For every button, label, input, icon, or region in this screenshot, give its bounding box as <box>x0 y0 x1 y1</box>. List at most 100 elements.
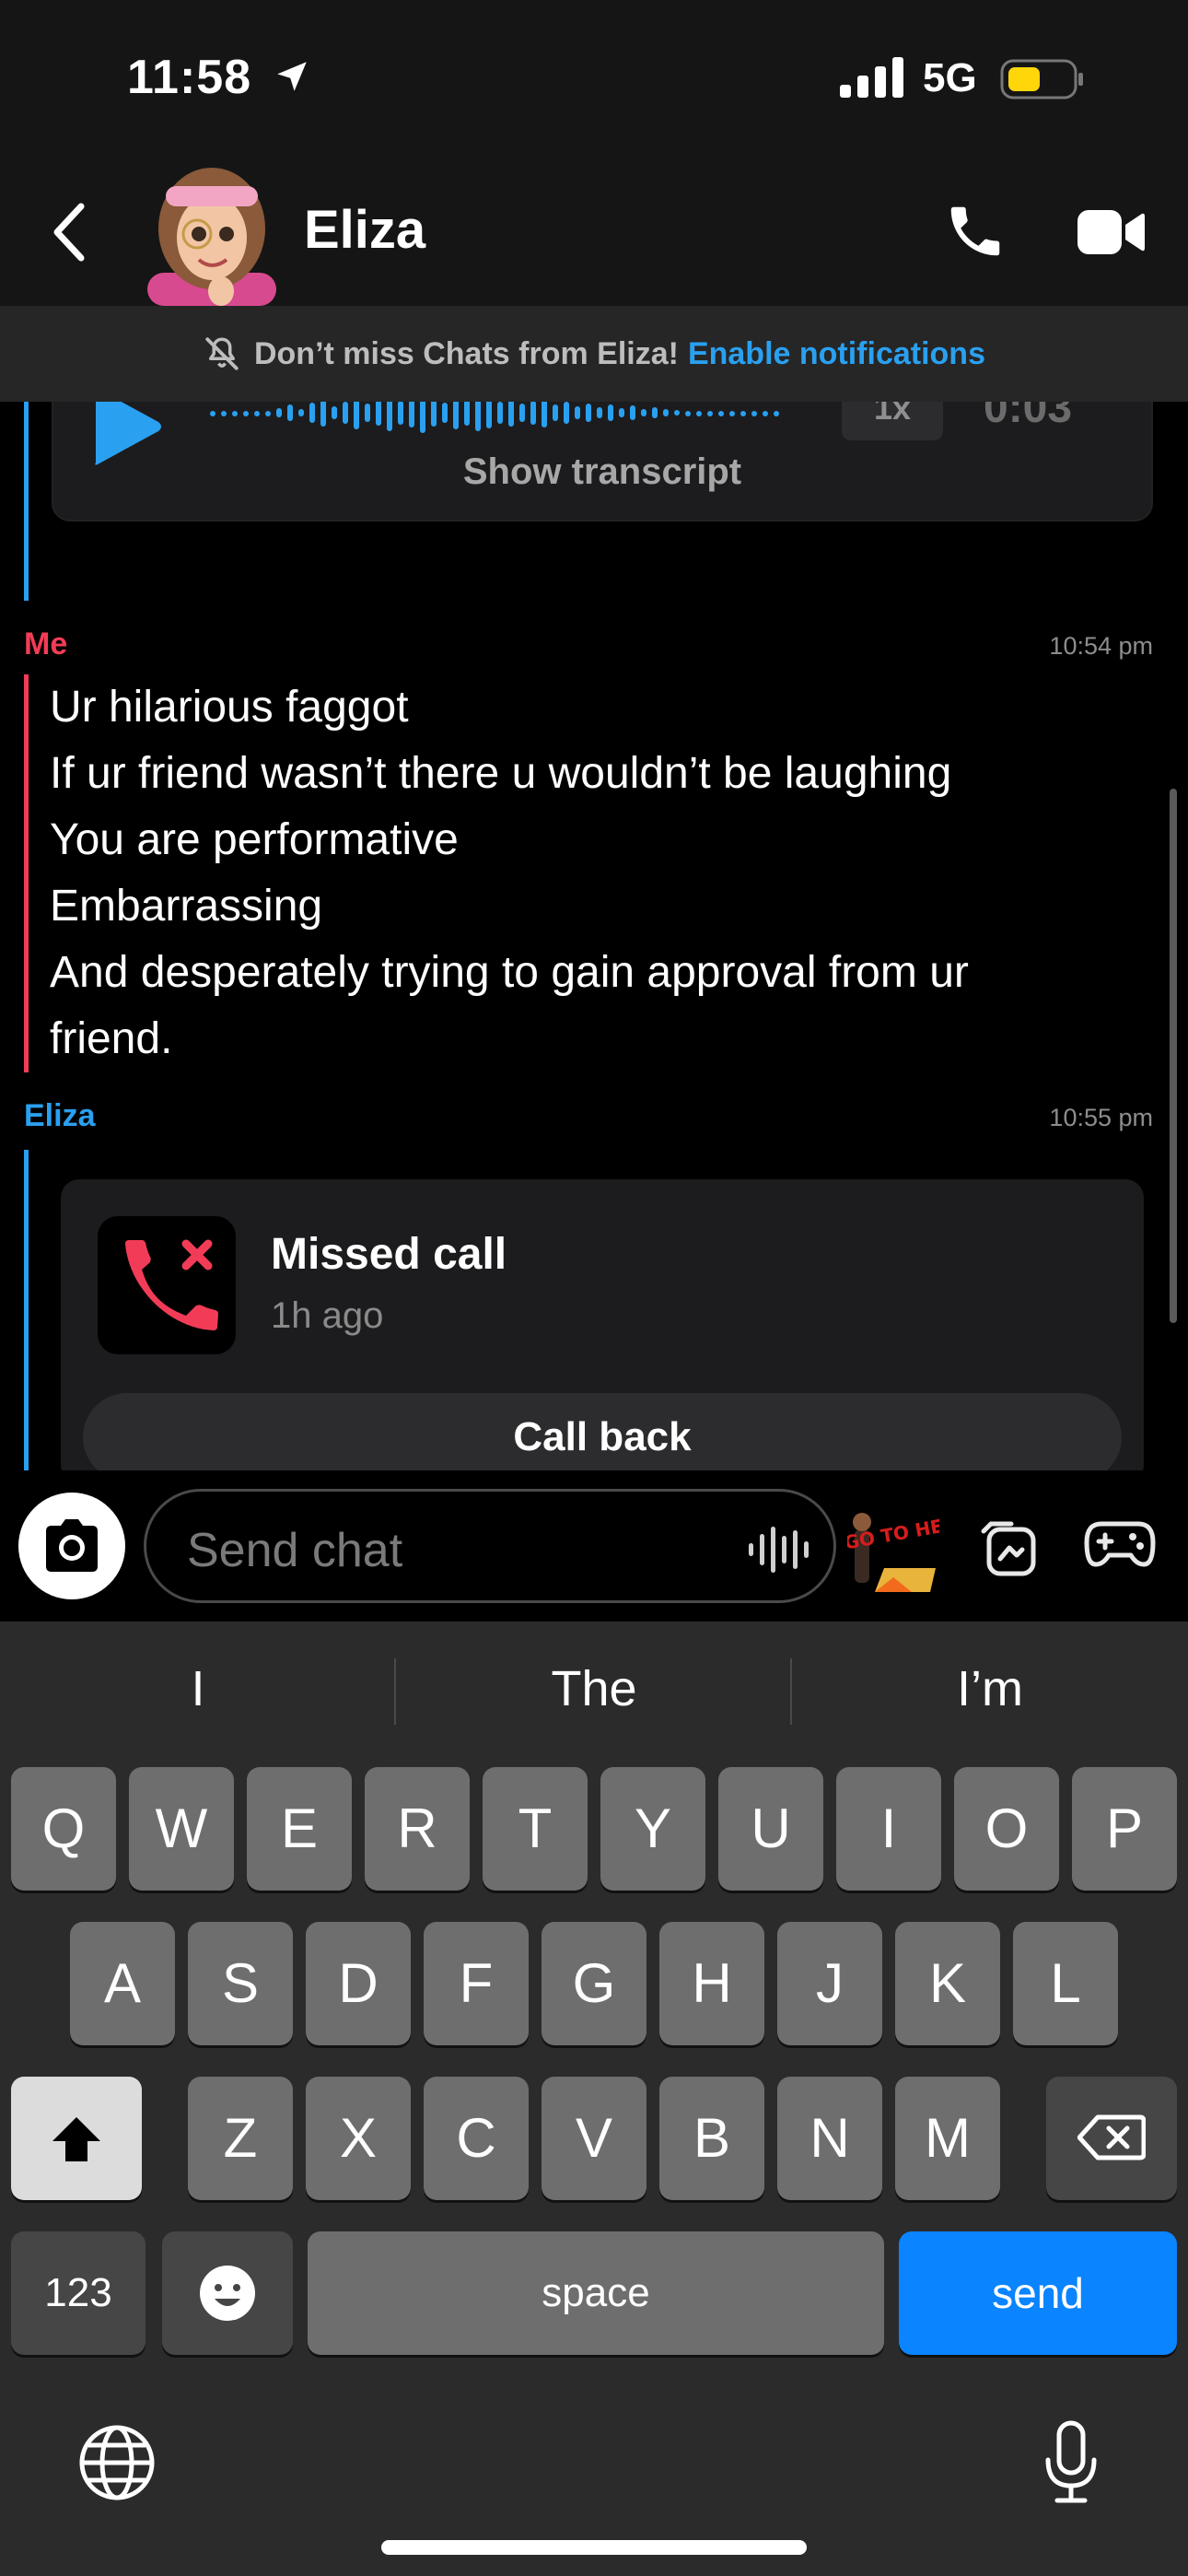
key-e[interactable]: E <box>247 1767 352 1891</box>
waveform-bar <box>464 402 470 426</box>
waveform-bar <box>343 402 348 424</box>
key-h[interactable]: H <box>659 1922 764 2045</box>
key-l[interactable]: L <box>1013 1922 1118 2045</box>
key-r[interactable]: R <box>365 1767 470 1891</box>
missed-call-title: Missed call <box>271 1230 507 1279</box>
enable-notifications-link[interactable]: Enable notifications <box>688 336 985 372</box>
memories-icon[interactable] <box>974 1511 1041 1577</box>
avatar[interactable] <box>138 153 285 306</box>
network-label: 5G <box>923 55 977 100</box>
key-x[interactable]: X <box>306 2077 411 2200</box>
microphone-icon[interactable] <box>1041 2419 1101 2506</box>
waveform-bar <box>365 404 370 422</box>
waveform-bar <box>210 411 215 416</box>
waveform-bar <box>243 411 249 416</box>
playback-speed-button[interactable]: 1x <box>842 402 943 440</box>
waveform-bar <box>332 406 337 419</box>
waveform-bar <box>354 402 359 429</box>
location-arrow-icon <box>277 62 307 91</box>
status-bar: 11:58 5G <box>0 0 1188 157</box>
message-line: friend. <box>50 1014 173 1063</box>
key-y[interactable]: Y <box>600 1767 705 1891</box>
waveform-bar <box>740 411 746 416</box>
waveform-bar <box>774 411 779 416</box>
key-s[interactable]: S <box>188 1922 293 2045</box>
emoji-icon <box>200 2266 255 2321</box>
waveform-bar <box>232 411 238 416</box>
key-g[interactable]: G <box>542 1922 646 2045</box>
delete-key[interactable] <box>1046 2077 1177 2200</box>
camera-button[interactable] <box>18 1493 125 1599</box>
status-time: 11:58 <box>127 51 252 104</box>
send-chat-input[interactable]: Send chat <box>144 1489 836 1603</box>
key-b[interactable]: B <box>659 2077 764 2200</box>
key-n[interactable]: N <box>777 2077 882 2200</box>
call-back-button[interactable]: Call back <box>83 1393 1122 1470</box>
globe-icon[interactable] <box>77 2423 157 2502</box>
key-u[interactable]: U <box>718 1767 823 1891</box>
waveform-bar <box>221 411 227 416</box>
waveform-bar <box>608 404 613 421</box>
numbers-key[interactable]: 123 <box>11 2231 146 2355</box>
key-k[interactable]: K <box>895 1922 1000 2045</box>
waveform-bar <box>542 402 547 427</box>
scrollbar[interactable] <box>1170 789 1177 1323</box>
waveform-bar <box>298 409 304 416</box>
chevron-left-icon[interactable] <box>46 199 96 265</box>
waveform <box>210 402 779 433</box>
key-d[interactable]: D <box>306 1922 411 2045</box>
suggestion-item[interactable]: I <box>0 1660 396 1717</box>
keyboard: I The I’m Q W E R T Y U I O P A S D F G … <box>0 1622 1188 2576</box>
waveform-bar <box>265 411 271 416</box>
waveform-bar <box>287 404 293 421</box>
waveform-bar <box>564 402 569 424</box>
space-key[interactable]: space <box>308 2231 884 2355</box>
phone-icon[interactable] <box>943 199 1007 263</box>
key-q[interactable]: Q <box>11 1767 116 1891</box>
waveform-bar <box>763 411 768 416</box>
battery-low-icon <box>1000 59 1083 100</box>
suggestion-item[interactable]: I’m <box>792 1660 1188 1717</box>
message-list[interactable]: 1x 0:03 Show transcript Me 10:54 pm Ur h… <box>0 402 1188 1470</box>
waveform-bar <box>685 411 691 416</box>
key-i[interactable]: I <box>836 1767 941 1891</box>
key-p[interactable]: P <box>1072 1767 1177 1891</box>
suggestion-item[interactable]: The <box>396 1660 792 1717</box>
key-m[interactable]: M <box>895 2077 1000 2200</box>
waveform-bar <box>586 404 591 422</box>
missed-call-subtitle: 1h ago <box>271 1295 384 1336</box>
voice-note-icon[interactable] <box>747 1527 817 1573</box>
emoji-key[interactable] <box>162 2231 293 2355</box>
waveform-bar <box>254 411 260 416</box>
key-j[interactable]: J <box>777 1922 882 2045</box>
waveform-bar <box>431 402 437 427</box>
sender-indicator-line <box>24 674 29 1072</box>
waveform-bar <box>398 402 403 425</box>
contact-name[interactable]: Eliza <box>304 199 425 261</box>
key-z[interactable]: Z <box>188 2077 293 2200</box>
chat-header: Eliza <box>0 157 1188 306</box>
video-camera-icon[interactable] <box>1076 205 1146 260</box>
voice-message-card[interactable]: 1x 0:03 Show transcript <box>52 402 1153 521</box>
key-v[interactable]: V <box>542 2077 646 2200</box>
shift-icon <box>52 2117 100 2161</box>
bitmoji-sticker[interactable]: GO TO HELL <box>847 1504 939 1594</box>
show-transcript-button[interactable]: Show transcript <box>53 451 1151 493</box>
send-key[interactable]: send <box>899 2231 1177 2355</box>
waveform-bar <box>630 405 635 420</box>
waveform-bar <box>575 406 580 419</box>
waveform-bar <box>751 411 757 416</box>
key-c[interactable]: C <box>424 2077 529 2200</box>
notification-banner: Don’t miss Chats from Eliza! Enable noti… <box>0 306 1188 402</box>
key-w[interactable]: W <box>129 1767 234 1891</box>
shift-key[interactable] <box>11 2077 142 2200</box>
key-t[interactable]: T <box>483 1767 588 1891</box>
key-f[interactable]: F <box>424 1922 529 2045</box>
waveform-bar <box>309 403 315 423</box>
gamepad-icon[interactable] <box>1083 1511 1157 1575</box>
text-message[interactable]: Ur hilarious faggot If ur friend wasn’t … <box>50 674 969 1072</box>
waveform-bar <box>320 402 326 427</box>
home-indicator[interactable] <box>381 2540 807 2555</box>
key-o[interactable]: O <box>954 1767 1059 1891</box>
key-a[interactable]: A <box>70 1922 175 2045</box>
